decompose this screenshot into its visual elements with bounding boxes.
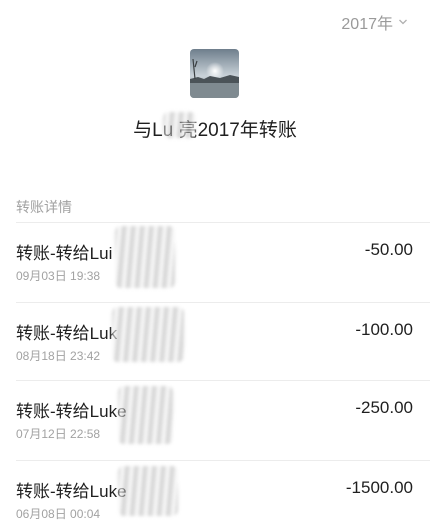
redaction-blur [112,307,184,362]
transaction-time: 07月12日 22:58 [16,427,101,441]
transaction-amount: -100.00 [355,320,413,339]
transaction-time: 06月08日 00:04 [16,507,101,521]
list-item[interactable]: 转账-转给Lui 09月03日 19:38 -50.00 [0,222,430,302]
transaction-amount: -1500.00 [345,478,413,497]
redaction-blur [163,112,196,138]
list-item[interactable]: 转账-转给Luk 08月18日 23:42 -100.00 [0,302,430,382]
landscape-avatar-image [190,49,239,98]
transaction-description: 转账-转给Luke [16,402,127,421]
chevron-down-icon [399,19,407,25]
transaction-time: 09月03日 19:38 [16,269,101,283]
transaction-time: 08月18日 23:42 [16,349,101,363]
avatar[interactable] [190,49,239,98]
redaction-blur [118,386,173,444]
redaction-blur [115,226,175,288]
section-label: 转账详情 [16,199,72,215]
transfer-history-page: 2017年 与Lu 亮2017年转账 转账详情 转账-转给Lui 09月03日 … [0,0,430,531]
transaction-amount: -50.00 [364,240,413,259]
year-selector-label: 2017年 [341,16,393,33]
transaction-description: 转账-转给Luk [16,324,118,343]
year-selector[interactable]: 2017年 [341,10,408,34]
redaction-blur [118,466,178,516]
transaction-amount: -250.00 [355,398,413,417]
list-item[interactable]: 转账-转给Luke 07月12日 22:58 -250.00 [0,380,430,460]
list-item[interactable]: 转账-转给Luke 06月08日 00:04 -1500.00 [0,460,430,531]
transaction-description: 转账-转给Lui [16,244,113,263]
page-title: 与Lu 亮2017年转账 [133,120,297,141]
transaction-description: 转账-转给Luke [16,482,127,501]
